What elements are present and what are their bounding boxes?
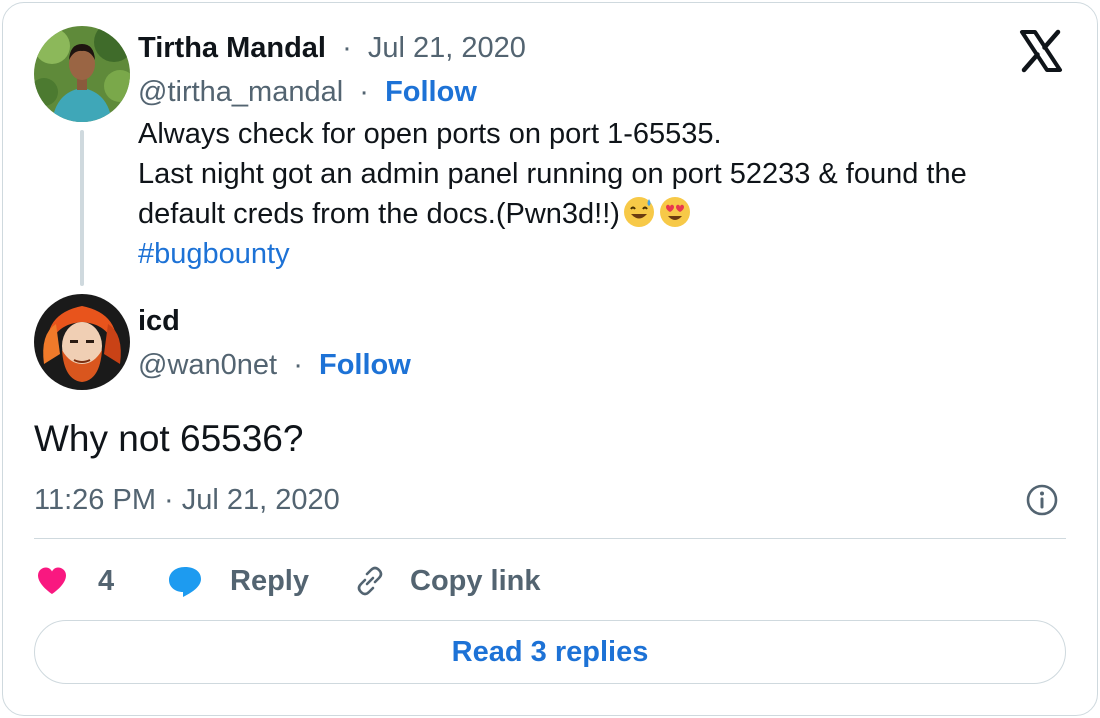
speech-bubble-icon — [169, 567, 201, 597]
reply-button[interactable]: Reply — [166, 560, 309, 602]
reply-label: Reply — [230, 564, 309, 597]
separator: · — [334, 32, 360, 64]
hashtag-link[interactable]: #bugbounty — [138, 234, 1038, 274]
copy-link-button[interactable]: Copy link — [352, 560, 541, 602]
heart-icon — [38, 567, 66, 594]
heart-eyes-emoji — [659, 197, 690, 227]
quoted-text-line: Always check for open ports on port 1-65… — [138, 118, 722, 150]
quoted-text-line: Last night got an admin panel running on… — [138, 158, 967, 190]
reply-follow-link[interactable]: Follow — [319, 349, 411, 381]
reply-handle[interactable]: @wan0net — [138, 349, 277, 381]
separator: · — [351, 76, 377, 108]
like-count: 4 — [98, 564, 115, 597]
read-replies-button[interactable]: Read 3 replies — [34, 620, 1066, 684]
separator: · — [285, 349, 311, 381]
quoted-tweet-text: Always check for open ports on port 1-65… — [138, 114, 1038, 274]
like-button[interactable]: 4 — [34, 560, 114, 602]
copy-link-label: Copy link — [410, 564, 541, 597]
reply-author-name[interactable]: icd — [138, 305, 180, 337]
tweet-timestamp[interactable]: 11:26 PM · Jul 21, 2020 — [34, 482, 340, 518]
reply-header: icd — [138, 303, 180, 339]
reply-handle-row: @wan0net · Follow — [138, 347, 411, 383]
quoted-follow-link[interactable]: Follow — [385, 76, 477, 108]
sweat-smile-emoji — [623, 197, 654, 227]
quoted-text-line: default creds from the docs.(Pwn3d!!) — [138, 198, 620, 230]
reply-author-avatar[interactable] — [34, 294, 130, 390]
read-replies-label: Read 3 replies — [451, 635, 649, 668]
thread-connector-line — [80, 130, 84, 286]
quoted-handle-row: @tirtha_mandal · Follow — [138, 74, 477, 110]
quoted-header: Tirtha Mandal · Jul 21, 2020 — [138, 30, 526, 66]
quoted-author-name[interactable]: Tirtha Mandal — [138, 32, 326, 64]
divider — [34, 538, 1066, 539]
quoted-handle[interactable]: @tirtha_mandal — [138, 76, 343, 108]
reply-tweet-text: Why not 65536? — [34, 418, 304, 459]
quoted-date[interactable]: Jul 21, 2020 — [368, 32, 526, 64]
link-icon — [357, 566, 383, 596]
quoted-author-avatar[interactable] — [34, 26, 130, 122]
info-icon[interactable] — [1024, 482, 1060, 518]
quoted-text-line-with-emoji: default creds from the docs.(Pwn3d!!) — [138, 194, 1038, 234]
x-logo-icon[interactable] — [1018, 28, 1064, 74]
